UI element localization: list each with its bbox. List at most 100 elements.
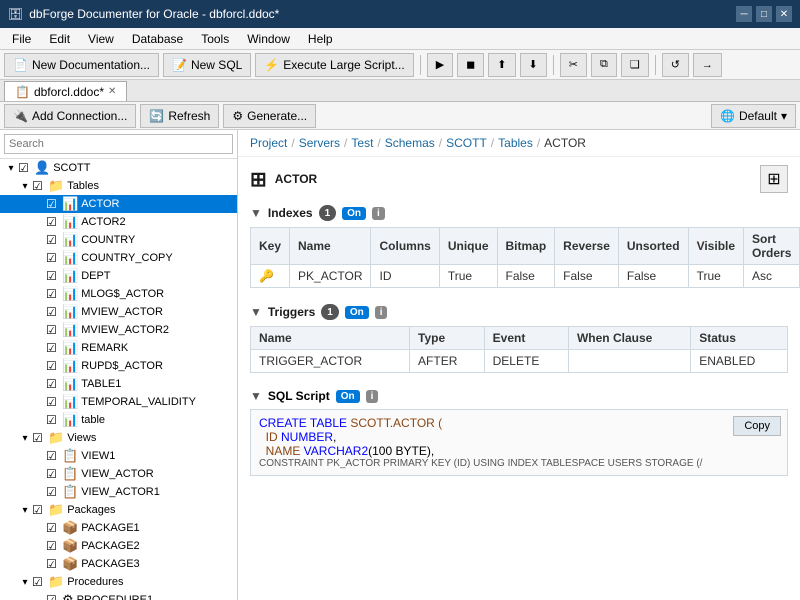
menu-edit[interactable]: Edit [41, 30, 78, 48]
toolbar-icon-6[interactable]: ⧉ [591, 53, 617, 77]
minimize-button[interactable]: ─ [736, 6, 752, 22]
tree-item-country-copy[interactable]: ☑ 📊 COUNTRY_COPY [0, 249, 237, 267]
tab-ddoc[interactable]: 📋 dbforcl.ddoc* ✕ [4, 81, 127, 101]
tree-item-package1[interactable]: ☑ 📦 PACKAGE1 [0, 519, 237, 537]
cell-reverse: False [555, 265, 619, 288]
refresh-button[interactable]: 🔄 Refresh [140, 104, 219, 128]
tree-check-view-actor1: ☑ [46, 485, 62, 499]
tree-item-package2[interactable]: ☑ 📦 PACKAGE2 [0, 537, 237, 555]
breadcrumb-tables[interactable]: Tables [498, 136, 533, 150]
indexes-table: Key Name Columns Unique Bitmap Reverse U… [250, 227, 800, 288]
toolbar-icon-2[interactable]: ◼ [457, 53, 484, 77]
tree-item-proc1[interactable]: ☑ ⚙ PROCEDURE1 [0, 591, 237, 600]
toolbar-icon-3[interactable]: ⬆ [488, 53, 515, 77]
triggers-title: Triggers [268, 305, 315, 319]
tree-expand-procedures: ▾ [18, 577, 32, 588]
breadcrumb-test[interactable]: Test [351, 136, 373, 150]
sql-toggle-on[interactable]: On [336, 390, 360, 403]
sql-line-4: CONSTRAINT PK_ACTOR PRIMARY KEY (ID) USI… [259, 458, 779, 469]
breadcrumb-scott[interactable]: SCOTT [446, 136, 487, 150]
toolbar-icon-1[interactable]: ▶ [427, 53, 453, 77]
refresh-icon: 🔄 [149, 109, 164, 123]
cell-unsorted: False [618, 265, 688, 288]
copy-button[interactable]: Copy [733, 416, 781, 436]
tree-item-remark[interactable]: ☑ 📊 REMARK [0, 339, 237, 357]
tree-item-actor2[interactable]: ☑ 📊 ACTOR2 [0, 213, 237, 231]
menu-tools[interactable]: Tools [193, 30, 237, 48]
maximize-button[interactable]: □ [756, 6, 772, 22]
menu-database[interactable]: Database [124, 30, 191, 48]
tree-item-table[interactable]: ☑ 📊 table [0, 411, 237, 429]
indexes-toggle[interactable]: ▼ [250, 206, 262, 220]
packages-folder-icon: 📁 [48, 502, 64, 518]
tree-procedures-folder[interactable]: ▾ ☑ 📁 Procedures [0, 573, 237, 591]
menu-help[interactable]: Help [300, 30, 341, 48]
toolbar-icon-4[interactable]: ⬇ [520, 53, 547, 77]
breadcrumb: Project / Servers / Test / Schemas / SCO… [238, 130, 800, 157]
indexes-toggle-on[interactable]: On [342, 207, 366, 220]
default-button[interactable]: 🌐 Default ▾ [711, 104, 796, 128]
table-icon: 📊 [62, 268, 78, 284]
schema-icon: 👤 [34, 160, 50, 176]
tree-item-actor[interactable]: ☑ 📊 ACTOR [0, 195, 237, 213]
menu-file[interactable]: File [4, 30, 39, 48]
tree-check-table: ☑ [46, 413, 62, 427]
add-connection-button[interactable]: 🔌 Add Connection... [4, 104, 136, 128]
close-button[interactable]: ✕ [776, 6, 792, 22]
table-row: TRIGGER_ACTOR AFTER DELETE ENABLED [251, 350, 788, 373]
tree-item-dept[interactable]: ☑ 📊 DEPT [0, 267, 237, 285]
tree-item-view-actor[interactable]: ☑ 📋 VIEW_ACTOR [0, 465, 237, 483]
tree-root-scott[interactable]: ▾ ☑ 👤 SCOTT [0, 159, 237, 177]
tree-label-table1: TABLE1 [81, 378, 121, 390]
triggers-badge: i [375, 306, 388, 319]
tree-item-rupd[interactable]: ☑ 📊 RUPD$_ACTOR [0, 357, 237, 375]
tree-item-mview-actor2[interactable]: ☑ 📊 MVIEW_ACTOR2 [0, 321, 237, 339]
trig-col-type: Type [410, 327, 485, 350]
tree-item-mview-actor[interactable]: ☑ 📊 MVIEW_ACTOR [0, 303, 237, 321]
toolbar-icon-9[interactable]: → [693, 53, 722, 77]
breadcrumb-schemas[interactable]: Schemas [385, 136, 435, 150]
toolbar-icon-8[interactable]: ↺ [662, 53, 689, 77]
layout-toggle-button[interactable]: ⊞ [760, 165, 788, 193]
tree-item-country[interactable]: ☑ 📊 COUNTRY [0, 231, 237, 249]
new-doc-button[interactable]: 📄 New Documentation... [4, 53, 159, 77]
sql-title: SQL Script [268, 389, 330, 403]
col-unique: Unique [439, 228, 497, 265]
tree-item-package3[interactable]: ☑ 📦 PACKAGE3 [0, 555, 237, 573]
menu-view[interactable]: View [80, 30, 122, 48]
tree-item-temporal[interactable]: ☑ 📊 TEMPORAL_VALIDITY [0, 393, 237, 411]
toolbar-icon-5[interactable]: ✂ [560, 53, 587, 77]
title-bar: 🗄 dbForge Documenter for Oracle - dbforc… [0, 0, 800, 28]
breadcrumb-servers[interactable]: Servers [299, 136, 340, 150]
tree-expand-views: ▾ [18, 433, 32, 444]
table-icon: 📊 [62, 358, 78, 374]
cell-sort-orders: Asc [744, 265, 800, 288]
tree-label: SCOTT [53, 162, 90, 174]
triggers-toggle-on[interactable]: On [345, 306, 369, 319]
procedures-folder-icon: 📁 [48, 574, 64, 590]
tree-item-view1[interactable]: ☑ 📋 VIEW1 [0, 447, 237, 465]
tree-check-proc1: ☑ [46, 593, 62, 600]
toolbar-icon-7[interactable]: ❑ [621, 53, 649, 77]
menu-window[interactable]: Window [239, 30, 298, 48]
tab-close-button[interactable]: ✕ [108, 86, 116, 97]
tree-item-mlog[interactable]: ☑ 📊 MLOG$_ACTOR [0, 285, 237, 303]
execute-large-button[interactable]: ⚡ Execute Large Script... [255, 53, 413, 77]
tree-item-table1[interactable]: ☑ 📊 TABLE1 [0, 375, 237, 393]
tree-check-mview2: ☑ [46, 323, 62, 337]
tree-views-folder[interactable]: ▾ ☑ 📁 Views [0, 429, 237, 447]
tree-packages-folder[interactable]: ▾ ☑ 📁 Packages [0, 501, 237, 519]
cell-columns: ID [371, 265, 439, 288]
tree-item-view-actor1[interactable]: ☑ 📋 VIEW_ACTOR1 [0, 483, 237, 501]
breadcrumb-actor: ACTOR [544, 136, 586, 150]
tree-check-rupd: ☑ [46, 359, 62, 373]
search-input[interactable] [4, 134, 233, 154]
new-sql-button[interactable]: 📝 New SQL [163, 53, 251, 77]
triggers-toggle[interactable]: ▼ [250, 305, 262, 319]
breadcrumb-project[interactable]: Project [250, 136, 287, 150]
sql-line-1: CREATE TABLE SCOTT.ACTOR ( [259, 416, 779, 430]
table-grid-icon: ⊞ [250, 167, 267, 192]
sql-toggle[interactable]: ▼ [250, 389, 262, 403]
generate-button[interactable]: ⚙ Generate... [223, 104, 316, 128]
tree-tables-folder[interactable]: ▾ ☑ 📁 Tables [0, 177, 237, 195]
